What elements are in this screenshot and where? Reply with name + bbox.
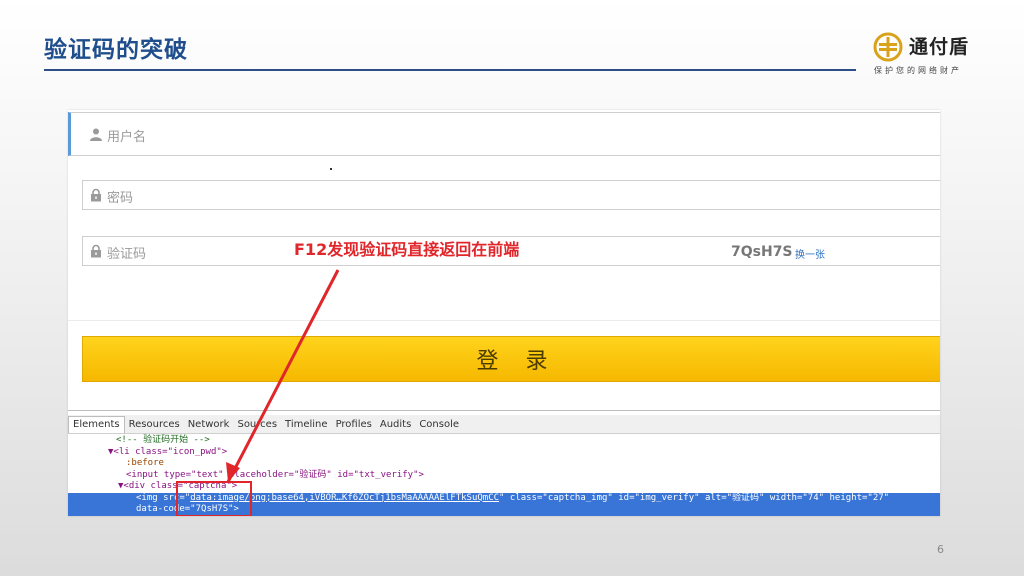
tab-elements[interactable]: Elements — [68, 415, 125, 433]
logo: 通付盾 保护您的网络财产 — [873, 30, 993, 78]
dom-li-tag: ▼<li class="icon_pwd"> — [108, 446, 228, 457]
slide-title: 验证码的突破 — [44, 37, 188, 63]
devtools-tabs: Elements Resources Network Sources Timel… — [68, 415, 940, 434]
captcha-image-text[interactable]: 7QsH7S — [731, 244, 793, 260]
password-placeholder: 密码 — [107, 191, 134, 206]
title-rule — [44, 69, 856, 71]
dom-input-tag: <input type="text" placeholder="验证码" id=… — [126, 469, 424, 480]
logo-name: 通付盾 — [909, 36, 970, 58]
shield-coin-icon — [873, 32, 903, 62]
tab-timeline[interactable]: Timeline — [281, 419, 332, 430]
tab-sources[interactable]: Sources — [233, 419, 281, 430]
captcha-placeholder: 验证码 — [107, 247, 147, 262]
tab-audits[interactable]: Audits — [376, 419, 415, 430]
dom-line[interactable]: :before — [68, 458, 940, 470]
page-number: 6 — [937, 543, 944, 556]
dom-line[interactable]: ▼<li class="icon_pwd"> — [68, 447, 940, 459]
lock-icon — [91, 188, 101, 202]
devtools-panel: Elements Resources Network Sources Timel… — [68, 410, 940, 516]
dom-comment: <!-- 验证码开始 --> — [116, 435, 210, 445]
captcha-change-link[interactable]: 换一张 — [795, 246, 825, 261]
dom-line[interactable]: <!-- 验证码开始 --> — [68, 435, 940, 447]
cursor-dot — [330, 168, 332, 170]
lock-icon — [91, 244, 101, 258]
annotation-text: F12发现验证码直接返回在前端 — [294, 240, 520, 259]
divider — [68, 320, 940, 321]
logo-slogan: 保护您的网络财产 — [874, 66, 962, 75]
user-icon — [90, 128, 102, 141]
username-field[interactable]: 用户名 — [68, 112, 940, 156]
tab-network[interactable]: Network — [184, 419, 234, 430]
username-placeholder: 用户名 — [107, 130, 147, 145]
login-button[interactable]: 登 录 — [82, 336, 940, 382]
tab-console[interactable]: Console — [415, 419, 463, 430]
screenshot-panel: 用户名 密码 验证码 7QsH7S 换一张 F12发现验证码直接返回在前端 登 … — [68, 110, 940, 516]
password-field[interactable]: 密码 — [82, 180, 940, 210]
tab-resources[interactable]: Resources — [125, 419, 184, 430]
highlight-box — [176, 481, 252, 516]
dom-pseudo: :before — [126, 458, 164, 468]
tab-profiles[interactable]: Profiles — [332, 419, 376, 430]
dom-img-attrs: " class="captcha_img" id="img_verify" al… — [499, 492, 890, 503]
dom-line[interactable]: <input type="text" placeholder="验证码" id=… — [68, 470, 940, 482]
